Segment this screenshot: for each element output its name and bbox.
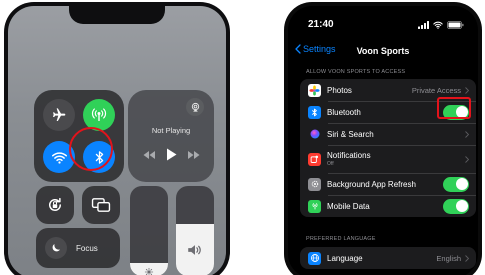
chevron-right-icon	[465, 86, 469, 94]
brightness-sun-icon	[144, 267, 154, 275]
status-bar-icons	[418, 21, 464, 29]
settings-row-notifications[interactable]: Notifications Off	[300, 145, 476, 173]
settings-row-siri-search[interactable]: Siri & Search	[300, 123, 476, 145]
toggle-knob	[455, 178, 468, 190]
bluetooth-toggle-highlight	[437, 97, 471, 119]
phone-notch	[343, 6, 423, 24]
background-app-refresh-toggle[interactable]	[443, 176, 469, 192]
row-label: Language	[327, 253, 363, 263]
fast-forward-icon	[187, 150, 199, 159]
cellular-signal-icon	[418, 21, 429, 29]
focus-label: Focus	[76, 243, 98, 253]
row-text: Mobile Data	[327, 202, 443, 211]
screen-mirroring-button[interactable]	[82, 186, 120, 224]
wifi-status-icon	[433, 21, 443, 29]
language-settings-group: Language English	[300, 247, 476, 269]
chevron-right-icon	[465, 155, 469, 163]
rewind-icon	[143, 150, 155, 159]
cellular-antenna-icon	[312, 203, 317, 210]
now-playing-status: Not Playing	[151, 126, 191, 135]
row-value: English	[436, 253, 461, 263]
next-track-button[interactable]	[187, 150, 201, 160]
settings-row-mobile-data: Mobile Data	[300, 195, 476, 217]
row-label: Notifications	[327, 151, 371, 160]
orientation-lock-button[interactable]	[36, 186, 74, 224]
mobile-data-toggle[interactable]	[443, 198, 469, 214]
airplane-icon	[53, 108, 66, 121]
settings-row-language[interactable]: Language English	[300, 247, 476, 269]
focus-button[interactable]: Focus	[36, 228, 120, 268]
row-text: Photos	[327, 86, 412, 95]
access-section-header: ALLOW VOON SPORTS TO ACCESS	[306, 69, 406, 75]
airplay-icon	[191, 102, 199, 112]
speaker-volume-icon	[188, 244, 201, 255]
photos-flower-icon	[309, 84, 320, 96]
focus-icon-container	[45, 237, 67, 259]
control-center-screen: Not Playing Focus	[8, 6, 226, 275]
brightness-slider[interactable]	[130, 186, 168, 275]
gear-icon	[308, 177, 321, 191]
row-label: Siri & Search	[327, 129, 374, 139]
battery-icon	[447, 21, 464, 29]
playback-controls	[128, 148, 214, 161]
phone-notch	[69, 6, 165, 24]
row-text: Background App Refresh	[327, 180, 443, 189]
settings-screen: 21:40 Settings Voon Sports ALLOW VOON SP…	[288, 6, 478, 275]
row-text: Siri & Search	[327, 130, 465, 139]
play-button[interactable]	[166, 148, 177, 161]
globe-glyph-icon	[310, 254, 319, 262]
row-label: Photos	[327, 85, 352, 95]
bluetooth-glyph-icon	[312, 108, 317, 116]
cellular-icon	[308, 199, 321, 213]
play-icon	[166, 148, 176, 161]
chevron-right-icon	[465, 130, 469, 138]
notification-badge-icon	[310, 155, 319, 163]
volume-slider-fill	[176, 223, 214, 275]
notifications-icon	[308, 152, 321, 166]
settings-gear-icon	[311, 180, 318, 188]
moon-icon	[52, 244, 60, 252]
siri-icon	[308, 127, 321, 141]
toggle-knob	[455, 200, 468, 212]
bluetooth-button-highlight	[69, 127, 113, 171]
control-center-phone: Not Playing Focus	[4, 2, 230, 275]
rotation-lock-icon	[49, 197, 61, 211]
chevron-right-icon	[465, 254, 469, 262]
previous-track-button[interactable]	[142, 150, 156, 160]
status-bar-time: 21:40	[308, 19, 334, 30]
wifi-icon	[51, 151, 67, 164]
airplane-mode-button[interactable]	[43, 99, 75, 131]
settings-row-background-app-refresh: Background App Refresh	[300, 173, 476, 195]
globe-icon	[308, 251, 321, 265]
row-label: Bluetooth	[327, 107, 361, 117]
row-label: Mobile Data	[327, 201, 370, 211]
volume-slider[interactable]	[176, 186, 214, 275]
brightness-slider-fill	[130, 262, 168, 275]
siri-orb-icon	[310, 129, 319, 139]
row-value: Private Access	[411, 85, 461, 95]
screen-mirroring-icon	[91, 198, 111, 212]
settings-phone: 21:40 Settings Voon Sports ALLOW VOON SP…	[284, 2, 482, 275]
row-text: Language	[327, 254, 436, 263]
cellular-antenna-icon	[91, 108, 107, 121]
language-section-header: PREFERRED LANGUAGE	[306, 236, 376, 242]
row-sublabel: Off	[327, 161, 334, 167]
now-playing-module[interactable]: Not Playing	[128, 90, 214, 182]
page-title: Voon Sports	[356, 46, 410, 56]
row-label: Background App Refresh	[327, 179, 416, 189]
row-text: Bluetooth	[327, 108, 443, 117]
airplay-button[interactable]	[186, 98, 204, 116]
bluetooth-icon	[308, 105, 321, 119]
photos-icon	[308, 83, 321, 97]
row-text: Notifications Off	[327, 151, 465, 167]
